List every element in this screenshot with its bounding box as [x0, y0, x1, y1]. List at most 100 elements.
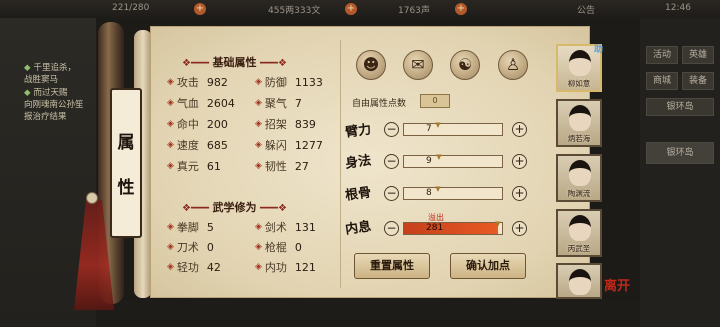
character-name: 柳如意 — [567, 79, 591, 88]
avatar — [569, 50, 591, 76]
stat-spear: ◈ 枪棍 0 — [255, 240, 302, 255]
scroll-tab-icon[interactable]: ✉ — [403, 50, 433, 80]
plus-button[interactable]: + — [512, 154, 527, 169]
stat-icon: ◈ — [255, 140, 262, 150]
stamina-value: 221/280 — [112, 3, 150, 13]
character-name: 丙武圣 — [567, 244, 591, 253]
avatar — [569, 105, 591, 131]
panel-title-plate: 属 性 — [110, 88, 142, 238]
quest-tracker-button[interactable]: 银环岛 — [646, 142, 714, 164]
plus-button[interactable]: + — [512, 186, 527, 201]
meditation-tab-icon[interactable]: ♙ — [498, 50, 528, 80]
reputation-value: 1763声 — [398, 6, 430, 16]
stat-icon: ◈ — [255, 77, 262, 87]
basic-attributes-heading: ❖━━━ 基础属性 ━━━❖ — [182, 56, 288, 69]
confirm-points-button[interactable]: 确认加点 — [450, 253, 526, 279]
character-portrait[interactable]: 陶渊流 — [556, 154, 602, 202]
attr-bar: ▼ 281 — [403, 220, 503, 235]
panel-title-char: 属 — [117, 133, 135, 153]
stat-icon: ◈ — [167, 98, 174, 108]
attr-bar: ▼ 7 — [403, 121, 503, 136]
quest-text: 报治疗结果 — [24, 112, 67, 122]
stat-toughness: ◈ 韧性 27 — [255, 159, 309, 174]
stat-hit: ◈ 命中 200 — [167, 117, 228, 132]
activity-button[interactable]: 活动 — [646, 46, 678, 64]
location-label: 银环岛 — [646, 98, 714, 116]
stat-icon: ◈ — [167, 119, 174, 129]
plus-button[interactable]: + — [512, 122, 527, 137]
add-stamina-icon[interactable]: + — [194, 3, 206, 15]
attr-bar: ▼ 8 — [403, 185, 503, 200]
stat-lightness: ◈ 轻功 42 — [167, 260, 221, 275]
bar-marker-icon: ▼ — [435, 121, 441, 129]
plus-button[interactable]: + — [512, 221, 527, 236]
column-divider — [340, 40, 341, 288]
stat-parry: ◈ 招架 839 — [255, 117, 316, 132]
add-money-icon[interactable]: + — [345, 3, 357, 15]
stat-icon: ◈ — [255, 161, 262, 171]
stat-fist: ◈ 拳脚 5 — [167, 220, 214, 235]
bottom-bar — [96, 300, 640, 327]
stat-icon: ◈ — [255, 222, 262, 232]
portrait-tab-icon[interactable]: ☻ — [356, 50, 386, 80]
stat-icon: ◈ — [255, 119, 262, 129]
stat-speed: ◈ 速度 685 — [167, 138, 228, 153]
helper-badge: 助 — [594, 45, 604, 55]
stat-icon: ◈ — [167, 161, 174, 171]
stat-icon: ◈ — [167, 242, 174, 252]
stat-inner-power: ◈ 内功 121 — [255, 260, 316, 275]
free-points-value: 0 — [420, 94, 450, 108]
bag-button[interactable]: 装备 — [682, 72, 714, 90]
stat-icon: ◈ — [167, 262, 174, 272]
character-portrait[interactable]: 炳若海 — [556, 99, 602, 147]
bar-marker-icon: ▼ — [495, 220, 501, 228]
clock: 12:46 — [665, 3, 691, 13]
character-name: 炳若海 — [567, 134, 591, 143]
minus-button[interactable]: − — [384, 154, 399, 169]
stat-icon: ◈ — [167, 222, 174, 232]
stat-defense: ◈ 防御 1133 — [255, 75, 323, 90]
shop-button[interactable]: 商城 — [646, 72, 678, 90]
avatar — [569, 160, 591, 186]
avatar — [569, 269, 591, 295]
character-portrait[interactable]: 丙武圣 — [556, 209, 602, 257]
reset-attributes-button[interactable]: 重置属性 — [354, 253, 430, 279]
stat-hp: ◈ 气血 2604 — [167, 96, 235, 111]
bar-marker-icon: ▼ — [436, 153, 442, 161]
announcement-link[interactable]: 公告 — [577, 3, 595, 16]
stat-icon: ◈ — [167, 77, 174, 87]
quest-text: 战胜窦马 — [24, 75, 59, 85]
add-reputation-icon[interactable]: + — [455, 3, 467, 15]
money-value: 455两333文 — [268, 6, 321, 16]
quest-dot-icon: ◆ — [24, 63, 31, 73]
attr-name: 内息 — [344, 219, 373, 238]
attr-name: 身法 — [344, 153, 373, 172]
quest-item[interactable]: ◆ 千里追杀， 战胜窦马 — [24, 62, 76, 86]
attr-bar: ▼ 9 — [403, 153, 503, 168]
quest-text: 千里追杀， — [33, 63, 77, 73]
character-name: 陶渊流 — [567, 189, 591, 198]
stat-attack: ◈ 攻击 982 — [167, 75, 228, 90]
yin-yang-tab-icon[interactable]: ☯ — [450, 50, 480, 80]
stat-dodge: ◈ 躲闪 1277 — [255, 138, 323, 153]
free-points-label: 自由属性点数 — [352, 99, 407, 109]
quest-item[interactable]: ◆ 而过天赐 向刚魂南公孙笙 报治疗结果 — [24, 87, 84, 123]
stat-true-essence: ◈ 真元 61 — [167, 159, 221, 174]
attr-name: 根骨 — [344, 185, 373, 204]
minus-button[interactable]: − — [384, 122, 399, 137]
minus-button[interactable]: − — [384, 221, 399, 236]
top-status-bar: 221/280 + 455两333文 + 1763声 + 公告 12:46 — [0, 0, 720, 18]
quest-text: 而过天赐 — [33, 88, 68, 98]
quest-text: 向刚魂南公孙笙 — [24, 100, 84, 110]
character-portrait[interactable] — [556, 263, 602, 299]
right-menu — [640, 18, 720, 327]
stat-icon: ◈ — [255, 242, 262, 252]
leave-seal-button[interactable]: 离开 — [604, 275, 630, 294]
ranking-button[interactable]: 英雄 — [682, 46, 714, 64]
quest-dot-icon: ◆ — [24, 88, 31, 98]
stat-qi: ◈ 聚气 7 — [255, 96, 302, 111]
tassel-knot — [86, 192, 98, 204]
stat-icon: ◈ — [167, 140, 174, 150]
minus-button[interactable]: − — [384, 186, 399, 201]
martial-arts-heading: ❖━━━ 武学修为 ━━━❖ — [182, 201, 288, 214]
